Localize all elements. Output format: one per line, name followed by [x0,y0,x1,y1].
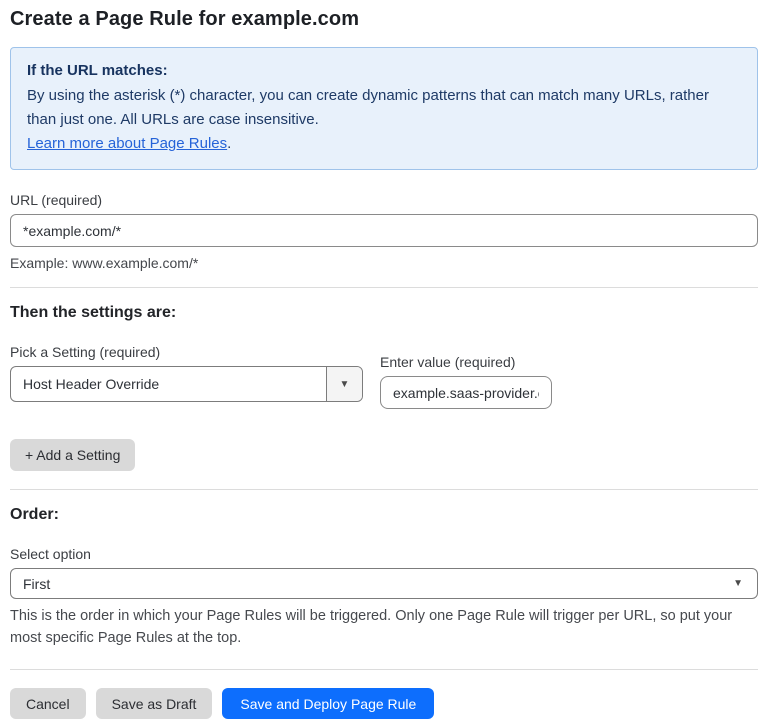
learn-more-link[interactable]: Learn more about Page Rules [27,135,227,152]
save-deploy-button[interactable]: Save and Deploy Page Rule [222,688,435,719]
settings-section-heading: Then the settings are: [10,304,177,321]
order-help-text: This is the order in which your Page Rul… [10,608,733,646]
info-box-body: By using the asterisk (*) character, you… [27,87,709,128]
info-box-link-line: Learn more about Page Rules. [27,132,741,156]
order-select[interactable]: First ▼ [10,568,758,599]
add-setting-button[interactable]: + Add a Setting [10,439,136,471]
order-section-heading: Order: [10,506,59,523]
divider [10,489,758,490]
link-period: . [227,135,232,152]
pick-setting-label: Pick a Setting (required) [10,344,161,360]
setting-value-input[interactable] [380,376,552,409]
url-input[interactable] [10,214,758,247]
url-example-text: Example: www.example.com/* [10,255,199,271]
setting-dropdown-value: Host Header Override [23,376,160,392]
enter-value-column: Enter value (required) [380,354,552,409]
divider [10,287,758,288]
setting-dropdown-arrow-button[interactable]: ▼ [326,367,362,401]
pick-setting-column: Pick a Setting (required) Host Header Ov… [10,344,363,402]
settings-row: Pick a Setting (required) Host Header Ov… [10,344,758,409]
page-rule-form: Create a Page Rule for example.com If th… [0,0,772,719]
enter-value-label: Enter value (required) [380,354,516,370]
divider [10,669,758,670]
form-actions: Cancel Save as Draft Save and Deploy Pag… [10,688,758,719]
info-box-heading: If the URL matches: [27,62,168,79]
order-select-value: First [23,575,51,592]
order-select-label: Select option [10,546,91,562]
chevron-down-icon: ▼ [339,378,350,390]
cancel-button[interactable]: Cancel [10,688,86,719]
chevron-down-icon: ▼ [733,578,743,589]
save-draft-button[interactable]: Save as Draft [95,688,213,719]
page-title: Create a Page Rule for example.com [10,8,360,30]
url-match-info-box: If the URL matches: By using the asteris… [10,47,758,170]
url-field-label: URL (required) [10,192,103,208]
setting-dropdown[interactable]: Host Header Override ▼ [10,366,363,402]
